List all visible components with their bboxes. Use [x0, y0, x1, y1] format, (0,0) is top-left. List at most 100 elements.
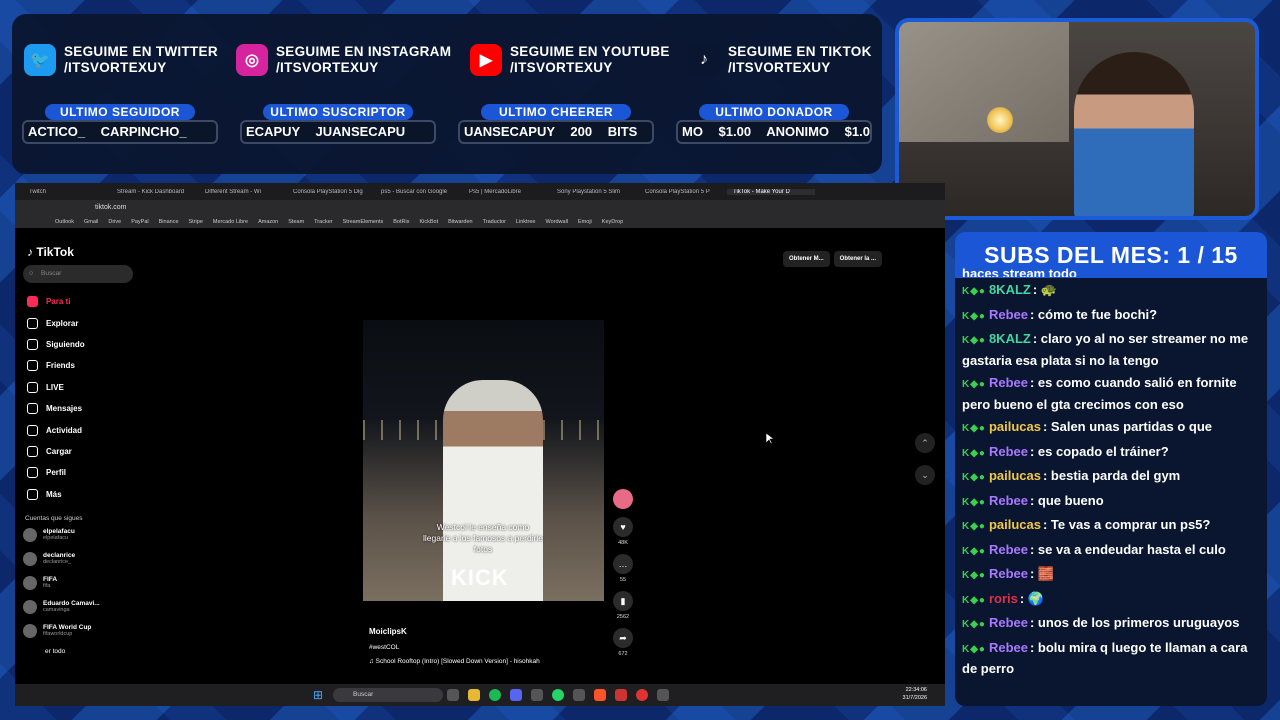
windows-start-icon[interactable]: ⊞ — [313, 688, 323, 702]
following-item[interactable]: elpelafacu elpelafacu — [23, 524, 133, 546]
nav-item[interactable]: Friends — [23, 355, 133, 376]
nav-item[interactable]: Para ti — [23, 291, 133, 312]
bookmark-item[interactable]: Bitwarden — [448, 219, 472, 225]
brave-icon[interactable] — [594, 689, 606, 701]
tiktok-sidebar: ♪ TikTok Buscar Para ti Explorar Siguiendo… — [23, 245, 133, 655]
bookmark-item[interactable]: Linktree — [516, 219, 536, 225]
chat-username[interactable]: pailucas — [989, 419, 1041, 434]
taskbar-search[interactable]: Buscar — [333, 688, 443, 702]
bookmark-item[interactable]: Traductor — [483, 219, 506, 225]
nav-item[interactable]: Siguiendo — [23, 334, 133, 355]
share-action[interactable]: ➦ 672 — [611, 628, 635, 657]
get-app-button[interactable]: Obtener M... — [783, 251, 830, 267]
browser-tab[interactable]: Sony Playstation 5 Slim — [551, 189, 639, 195]
author-avatar[interactable] — [611, 489, 635, 509]
bookmark-item[interactable]: StreamElements — [343, 219, 384, 225]
chat-username[interactable]: Rebee — [989, 493, 1028, 508]
chat-username[interactable]: Rebee — [989, 375, 1028, 390]
browser-tab[interactable]: Different Stream - Wi — [199, 189, 287, 195]
chat-username[interactable]: Rebee — [989, 640, 1028, 655]
chat-badges-icon: K◆● — [962, 310, 986, 322]
next-video-button[interactable]: ⌄ — [915, 465, 935, 485]
address-bar[interactable]: tiktok.com — [15, 200, 945, 215]
bookmark-item[interactable]: Amazon — [258, 219, 278, 225]
browser-tab[interactable]: Consola PlayStation 5 Dig — [287, 189, 375, 195]
bookmark-item[interactable]: Gmail — [84, 219, 98, 225]
bookmark-item[interactable]: Drive — [108, 219, 121, 225]
nav-item[interactable]: LIVE — [23, 377, 133, 398]
bookmark-item[interactable]: BotRix — [393, 219, 409, 225]
nav-icon — [27, 445, 38, 457]
browser-tab[interactable]: ps5 - Buscar con Google — [375, 189, 463, 195]
terminal-icon[interactable] — [657, 689, 669, 701]
bookmark-item[interactable]: KeyDrop — [602, 219, 623, 225]
bookmark-item[interactable]: Steam — [288, 219, 304, 225]
chat-username[interactable]: Rebee — [989, 444, 1028, 459]
bookmark-item[interactable]: Binance — [159, 219, 179, 225]
chat-username[interactable]: pailucas — [989, 468, 1041, 483]
nav-item[interactable]: Más — [23, 484, 133, 505]
obs-icon[interactable] — [573, 689, 585, 701]
chat-badges-icon: K◆● — [962, 496, 986, 508]
tiktok-logo[interactable]: ♪ TikTok — [27, 245, 133, 259]
following-item[interactable]: FIFA World Cup fifaworldcup — [23, 620, 133, 642]
comment-icon[interactable]: … — [613, 554, 633, 574]
prev-video-button[interactable]: ⌃ — [915, 433, 935, 453]
whatsapp-icon[interactable] — [552, 689, 564, 701]
like-action[interactable]: ♥ 48K — [611, 517, 635, 546]
browser-tab[interactable]: Stream - Kick Dashboard — [111, 189, 199, 195]
bookmark-item[interactable]: Emoji — [578, 219, 592, 225]
taskbar-clock[interactable]: 22:34:06 31/7/2026 — [903, 686, 927, 702]
chat-username[interactable]: Rebee — [989, 615, 1028, 630]
save-action[interactable]: ▮ 2562 — [611, 591, 635, 620]
spotify-icon[interactable] — [489, 689, 501, 701]
bookmark-item[interactable]: Tracker — [314, 219, 332, 225]
chrome-icon[interactable] — [636, 689, 648, 701]
nav-label: LIVE — [46, 382, 64, 392]
app-icon[interactable] — [615, 689, 627, 701]
nav-item[interactable]: Perfil — [23, 462, 133, 483]
bookmark-item[interactable]: Mercado Libre — [213, 219, 248, 225]
discord-icon[interactable] — [510, 689, 522, 701]
url-text[interactable]: tiktok.com — [95, 204, 127, 211]
chat-username[interactable]: Rebee — [989, 566, 1028, 581]
bookmark-item[interactable]: Outlook — [55, 219, 74, 225]
settings-icon[interactable] — [447, 689, 459, 701]
bookmark-item[interactable]: KickBot — [419, 219, 438, 225]
chat-username[interactable]: Rebee — [989, 307, 1028, 322]
chat-username[interactable]: roris — [989, 591, 1018, 606]
chat-text: : unos de los primeros uruguayos — [1029, 615, 1240, 630]
see-all-link[interactable]: er todo — [45, 648, 133, 655]
browser-tab[interactable]: Ps5 | MercadoLibre — [463, 189, 551, 195]
chat-username[interactable]: 8KALZ — [989, 331, 1031, 346]
bookmark-icon[interactable]: ▮ — [613, 591, 633, 611]
chat-username[interactable]: pailucas — [989, 517, 1041, 532]
following-item[interactable]: FIFA fifa — [23, 572, 133, 594]
video-author[interactable]: MoiclipsK — [369, 627, 540, 636]
browser-tab[interactable]: TikTok - Make Your D — [727, 188, 815, 195]
browser-tab[interactable]: Consola PlayStation 5 P — [639, 189, 727, 195]
share-icon[interactable]: ➦ — [613, 628, 633, 648]
chat-username[interactable]: 8KALZ — [989, 282, 1031, 297]
nav-item[interactable]: Mensajes — [23, 398, 133, 419]
following-item[interactable]: Eduardo Camavi... camavinga — [23, 596, 133, 618]
tiktok-video[interactable]: Westcol le enseña como llegarle a los fa… — [363, 320, 604, 601]
steam-icon[interactable] — [531, 689, 543, 701]
bookmark-item[interactable]: Stripe — [189, 219, 203, 225]
nav-item[interactable]: Explorar — [23, 312, 133, 333]
tiktok-search-input[interactable]: Buscar — [23, 265, 133, 283]
heart-icon[interactable]: ♥ — [613, 517, 633, 537]
comment-action[interactable]: … 55 — [611, 554, 635, 583]
video-music[interactable]: ♫ School Rooftop (Intro) [Slowed Down Ve… — [369, 658, 540, 665]
folder-icon[interactable] — [468, 689, 480, 701]
chat-username[interactable]: Rebee — [989, 542, 1028, 557]
get-app-button[interactable]: Obtener la ... — [833, 251, 883, 267]
nav-item[interactable]: Actividad — [23, 419, 133, 440]
following-item[interactable]: declanrice declanrice_ — [23, 548, 133, 570]
video-tags[interactable]: #westCOL — [369, 644, 540, 651]
bookmark-item[interactable]: Wordwall — [546, 219, 569, 225]
browser-tab[interactable]: Twitch — [23, 189, 111, 195]
nav-item[interactable]: Cargar — [23, 441, 133, 462]
avatar[interactable] — [613, 489, 633, 509]
bookmark-item[interactable]: PayPal — [131, 219, 148, 225]
